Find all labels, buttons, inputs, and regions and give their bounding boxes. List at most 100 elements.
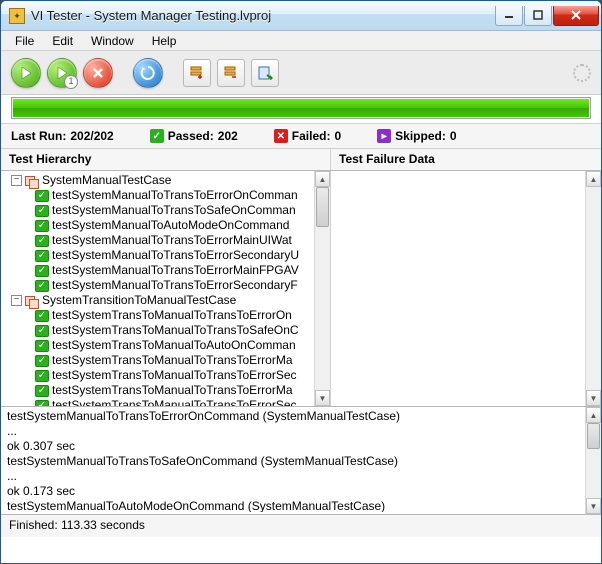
log-line: testSystemManualToAutoModeOnCommand (Sys… [7, 499, 585, 512]
tree-item[interactable]: ✓testSystemTransToManualToTransToSafeOnC [1, 323, 314, 338]
tree-item-label: testSystemTransToManualToTransToSafeOnC [52, 323, 299, 338]
app-icon: ✦ [9, 8, 25, 24]
scroll-up-icon[interactable]: ▲ [315, 171, 330, 187]
scroll-down-icon[interactable]: ▼ [586, 390, 601, 406]
skipped-cell: ▸ Skipped: 0 [377, 129, 456, 143]
test-tree[interactable]: −SystemManualTestCase✓testSystemManualTo… [1, 171, 314, 406]
skipped-value: 0 [450, 129, 457, 143]
pass-icon: ✓ [35, 265, 49, 277]
tree-item[interactable]: ✓testSystemTransToManualToAutoOnComman [1, 338, 314, 353]
skipped-icon: ▸ [377, 129, 391, 143]
pass-icon: ✓ [35, 400, 49, 407]
progress-fill [13, 99, 589, 117]
tree-item[interactable]: ✓testSystemManualToTransToErrorMainFPGAV [1, 263, 314, 278]
scroll-down-icon[interactable]: ▼ [315, 390, 330, 406]
scroll-down-icon[interactable]: ▼ [586, 498, 601, 514]
tree-item[interactable]: ✓testSystemTransToManualToTransToErrorMa [1, 383, 314, 398]
tree-item[interactable]: ✓testSystemManualToTransToSafeOnComman [1, 203, 314, 218]
tree-item-label: testSystemTransToManualToAutoOnComman [52, 338, 296, 353]
refresh-button[interactable] [133, 58, 163, 88]
tree-item[interactable]: ✓testSystemManualToTransToErrorSecondary… [1, 278, 314, 293]
tree-item[interactable]: ✓testSystemManualToTransToErrorSecondary… [1, 248, 314, 263]
hierarchy-header: Test Hierarchy [1, 149, 331, 170]
pane-headers: Test Hierarchy Test Failure Data [1, 149, 601, 171]
stats-row: Last Run: 202/202 ✓ Passed: 202 ✕ Failed… [1, 123, 601, 149]
progress-bar [11, 97, 591, 119]
pass-icon: ✓ [35, 385, 49, 397]
busy-spinner-icon [573, 64, 591, 82]
log-line: ok 0.173 sec [7, 484, 585, 499]
failure-scrollbar[interactable]: ▲ ▼ [585, 171, 601, 406]
log-line: ok 0.307 sec [7, 439, 585, 454]
failed-value: 0 [334, 129, 341, 143]
scroll-up-icon[interactable]: ▲ [586, 407, 601, 423]
pass-icon: ✓ [35, 250, 49, 262]
passed-cell: ✓ Passed: 202 [150, 129, 238, 143]
scroll-thumb[interactable] [316, 187, 329, 227]
lastrun-value: 202/202 [70, 129, 113, 143]
testcase-group-icon [25, 175, 39, 187]
menu-window[interactable]: Window [83, 32, 142, 50]
tree-item[interactable]: ✓testSystemTransToManualToTransToErrorSe… [1, 368, 314, 383]
run-button[interactable] [11, 58, 41, 88]
maximize-button[interactable] [524, 6, 552, 26]
hierarchy-pane[interactable]: −SystemManualTestCase✓testSystemManualTo… [1, 171, 331, 406]
run-single-button[interactable] [47, 58, 77, 88]
menu-help[interactable]: Help [144, 32, 185, 50]
tree-item-label: testSystemManualToTransToErrorSecondaryF [52, 278, 298, 293]
log-line: ... [7, 469, 585, 484]
tree-group-label: SystemTransitionToManualTestCase [42, 293, 236, 308]
tree-group[interactable]: − SystemTransitionToManualTestCase [1, 293, 314, 308]
tree-item[interactable]: ✓testSystemTransToManualToTransToErrorOn [1, 308, 314, 323]
skipped-label: Skipped: [395, 129, 446, 143]
scroll-thumb[interactable] [587, 423, 600, 449]
collapse-icon[interactable]: − [11, 295, 22, 306]
passed-value: 202 [218, 129, 238, 143]
tree-group[interactable]: −SystemManualTestCase [1, 173, 314, 188]
pass-icon: ✓ [35, 340, 49, 352]
tree-item[interactable]: ✓testSystemManualToAutoModeOnCommand [1, 218, 314, 233]
tree-item-label: testSystemManualToAutoModeOnCommand [52, 218, 289, 233]
scroll-up-icon[interactable]: ▲ [586, 171, 601, 187]
tree-item-label: testSystemTransToManualToTransToErrorSec [52, 398, 297, 406]
tree-item-label: testSystemTransToManualToTransToErrorMa [52, 353, 293, 368]
tree-collapse-button[interactable] [217, 59, 245, 87]
passed-label: Passed: [168, 129, 214, 143]
log-scrollbar[interactable]: ▲ ▼ [585, 407, 601, 514]
tree-item[interactable]: ✓testSystemManualToTransToErrorMainUIWat [1, 233, 314, 248]
failed-icon: ✕ [274, 129, 288, 143]
tree-expand-button[interactable] [183, 59, 211, 87]
new-test-button[interactable] [251, 59, 279, 87]
menu-file[interactable]: File [7, 32, 42, 50]
passed-icon: ✓ [150, 129, 164, 143]
tree-item-label: testSystemManualToTransToErrorSecondaryU [52, 248, 299, 263]
pass-icon: ✓ [35, 235, 49, 247]
stop-button[interactable] [83, 58, 113, 88]
status-text: Finished: 113.33 seconds [9, 518, 145, 532]
pass-icon: ✓ [35, 310, 49, 322]
minimize-button[interactable] [495, 6, 523, 26]
toolbar [1, 51, 601, 95]
log-pane[interactable]: testSystemManualToTransToErrorOnCommand … [1, 407, 601, 515]
content-row: −SystemManualTestCase✓testSystemManualTo… [1, 171, 601, 407]
testcase-group-icon [25, 295, 39, 307]
failure-pane[interactable]: ▲ ▼ [331, 171, 601, 406]
collapse-icon[interactable]: − [11, 175, 22, 186]
log-line: testSystemManualToTransToSafeOnCommand (… [7, 454, 585, 469]
tree-item[interactable]: ✓testSystemTransToManualToTransToErrorMa [1, 353, 314, 368]
tree-item-label: testSystemTransToManualToTransToErrorOn [52, 308, 292, 323]
menubar: File Edit Window Help [1, 31, 601, 51]
pass-icon: ✓ [35, 220, 49, 232]
hierarchy-scrollbar[interactable]: ▲ ▼ [314, 171, 330, 406]
failed-cell: ✕ Failed: 0 [274, 129, 341, 143]
window-title: VI Tester - System Manager Testing.lvpro… [31, 8, 271, 23]
failed-label: Failed: [292, 129, 331, 143]
titlebar[interactable]: ✦ VI Tester - System Manager Testing.lvp… [1, 1, 601, 31]
tree-item-label: testSystemManualToTransToErrorOnComman [52, 188, 298, 203]
failure-header: Test Failure Data [331, 149, 601, 170]
tree-item-label: testSystemManualToTransToSafeOnComman [52, 203, 296, 218]
close-button[interactable] [553, 6, 599, 26]
menu-edit[interactable]: Edit [44, 32, 81, 50]
tree-item[interactable]: ✓testSystemManualToTransToErrorOnComman [1, 188, 314, 203]
tree-item[interactable]: ✓testSystemTransToManualToTransToErrorSe… [1, 398, 314, 406]
